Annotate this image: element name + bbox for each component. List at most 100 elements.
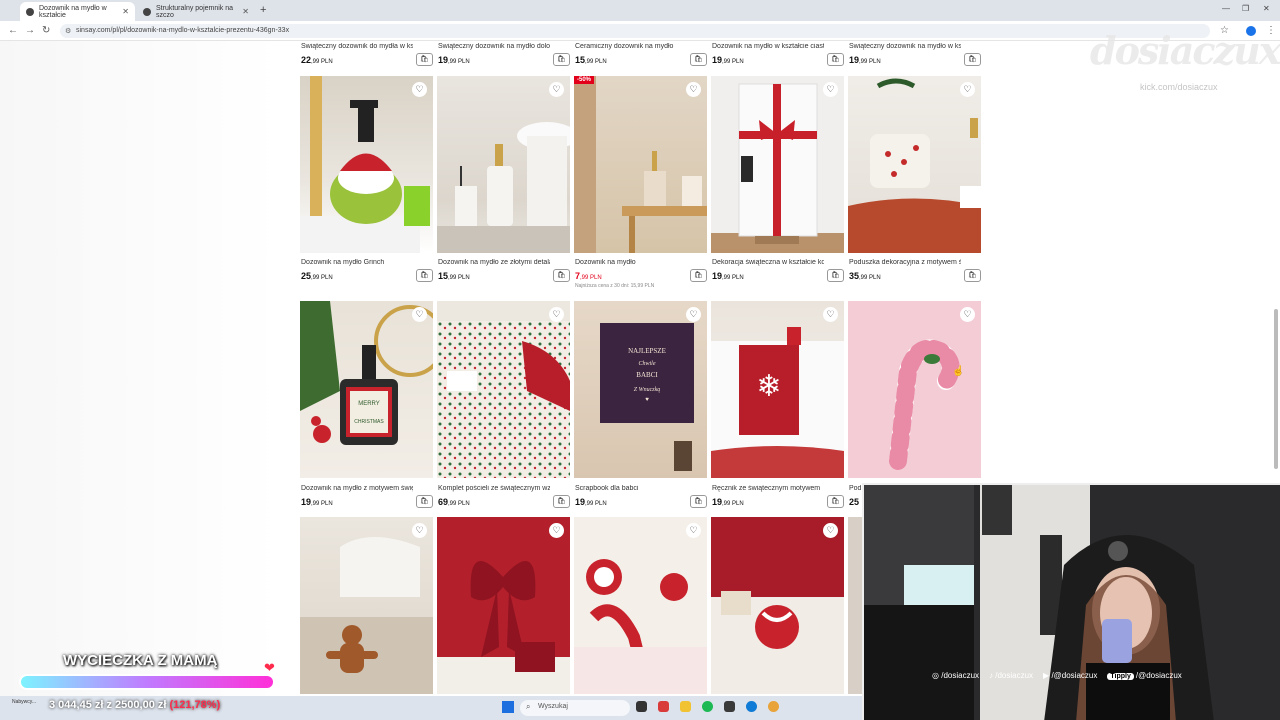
product-card[interactable]: ♡ <box>574 517 707 696</box>
wishlist-heart-icon[interactable]: ♡ <box>549 523 564 538</box>
product-name[interactable]: Dekoracja świąteczna w kształcie ko... <box>712 259 824 266</box>
product-card[interactable]: Świąteczny dozownik na mydło dolo... 19,… <box>437 41 570 69</box>
product-image[interactable]: ♡ <box>848 76 981 253</box>
product-name[interactable]: Ręcznik ze świątecznym motywem <box>712 485 824 492</box>
product-image[interactable]: ♡ <box>711 517 844 694</box>
app-icon[interactable] <box>724 701 735 712</box>
wishlist-heart-icon[interactable]: ♡ <box>686 82 701 97</box>
add-to-cart-icon[interactable]: 🛍 <box>827 53 844 66</box>
product-card[interactable] <box>848 517 862 696</box>
product-image[interactable]: ♡ <box>848 301 981 478</box>
product-name[interactable]: Świąteczny dozownik do mydła w ksz... <box>301 43 413 50</box>
wishlist-heart-icon[interactable]: ♡ <box>823 523 838 538</box>
product-card[interactable]: Dozownik na mydło w kształcie ciastka 19… <box>711 41 844 69</box>
task-view-icon[interactable] <box>636 701 647 712</box>
product-card[interactable]: ♡ Dekoracja świąteczna w kształcie ko...… <box>711 76 844 286</box>
product-name[interactable]: Dozownik na mydło Grinch <box>301 259 413 266</box>
wishlist-heart-icon[interactable]: ♡ <box>549 307 564 322</box>
product-name[interactable]: Dozownik na mydło z motywem święt... <box>301 485 413 492</box>
product-image[interactable]: ♡ <box>437 301 570 478</box>
close-icon[interactable]: ✕ <box>242 7 249 16</box>
product-name[interactable]: Świąteczny dozownik na mydło w kształcie… <box>849 43 961 50</box>
product-name[interactable]: Świąteczny dozownik na mydło dolo... <box>438 43 550 50</box>
close-icon[interactable]: ✕ <box>122 7 129 16</box>
product-image[interactable] <box>848 517 862 694</box>
product-card[interactable]: Świąteczny dozownik do mydła w ksz... 22… <box>300 41 433 69</box>
chrome-icon[interactable] <box>768 701 779 712</box>
add-to-cart-icon[interactable]: 🛍 <box>553 269 570 282</box>
taskbar-search-field[interactable]: ⌕ Wyszukaj <box>520 700 630 716</box>
product-image[interactable]: ♡ <box>300 517 433 694</box>
page-scrollbar[interactable] <box>1274 309 1278 469</box>
product-card[interactable]: ♡ <box>711 517 844 696</box>
wishlist-heart-icon[interactable]: ♡ <box>412 307 427 322</box>
product-card[interactable]: Świąteczny dozownik na mydło w kształcie… <box>848 41 981 69</box>
edge-icon[interactable] <box>746 701 757 712</box>
wishlist-heart-icon[interactable]: ♡ <box>412 523 427 538</box>
product-card[interactable]: ♡ <box>300 517 433 696</box>
wishlist-heart-icon[interactable]: ♡ <box>549 82 564 97</box>
product-card[interactable]: ♡ Komplet pościeli ze świątecznym wzo...… <box>437 301 570 511</box>
wishlist-heart-icon[interactable]: ♡ <box>823 307 838 322</box>
product-card[interactable]: ♡ Pod 25 <box>848 301 981 511</box>
product-image[interactable]: ❄ ♡ <box>711 301 844 478</box>
product-name[interactable]: Dozownik na mydło ze złotymi detala... <box>438 259 550 266</box>
wishlist-heart-icon[interactable]: ♡ <box>960 307 975 322</box>
add-to-cart-icon[interactable]: 🛍 <box>416 269 433 282</box>
add-to-cart-icon[interactable]: 🛍 <box>964 53 981 66</box>
url-field[interactable]: ⚙ sinsay.com/pl/pl/dozownik-na-mydlo-w-k… <box>60 24 1210 38</box>
add-to-cart-icon[interactable]: 🛍 <box>553 495 570 508</box>
add-to-cart-icon[interactable]: 🛍 <box>827 269 844 282</box>
product-name[interactable]: Ceramiczny dozownik na mydło <box>575 43 687 50</box>
new-tab-button[interactable]: + <box>260 4 266 16</box>
taskbar-notification[interactable]: Nabywcy... <box>12 699 36 705</box>
app-icon[interactable] <box>658 701 669 712</box>
reload-icon[interactable]: ↻ <box>42 25 50 36</box>
maximize-icon[interactable]: ❐ <box>1242 4 1249 13</box>
product-card[interactable]: ♡ Dozownik na mydło Grinch 25,99 PLN 🛍 <box>300 76 433 286</box>
forward-icon[interactable]: → <box>25 25 35 36</box>
add-to-cart-icon[interactable]: 🛍 <box>964 269 981 282</box>
add-to-cart-icon[interactable]: 🛍 <box>690 53 707 66</box>
window-close-icon[interactable]: ✕ <box>1263 4 1270 13</box>
wishlist-heart-icon[interactable]: ♡ <box>823 82 838 97</box>
tab-inactive[interactable]: Strukturalny pojemnik na szczo ✕ <box>137 2 255 21</box>
product-image[interactable]: ♡ <box>300 76 433 253</box>
windows-start-icon[interactable] <box>502 701 514 713</box>
add-to-cart-icon[interactable]: 🛍 <box>553 53 570 66</box>
minimize-icon[interactable]: — <box>1222 4 1230 13</box>
product-image[interactable]: ♡ <box>437 76 570 253</box>
product-card[interactable]: ❄ ♡ Ręcznik ze świątecznym motywem 19,99… <box>711 301 844 511</box>
site-info-icon[interactable]: ⚙ <box>65 27 71 35</box>
product-card[interactable]: MERRY CHRISTMAS ♡ Dozownik na mydło z mo… <box>300 301 433 511</box>
add-to-cart-icon[interactable]: 🛍 <box>416 53 433 66</box>
product-name[interactable]: Dozownik na mydło w kształcie ciastka <box>712 43 824 50</box>
wishlist-heart-icon[interactable]: ♡ <box>960 82 975 97</box>
product-name[interactable]: Dozownik na mydło <box>575 259 687 266</box>
add-to-cart-icon[interactable]: 🛍 <box>416 495 433 508</box>
product-card[interactable]: NAJLEPSZE Chwile BABCI Z Wnuczką ♥ ♡ Scr… <box>574 301 707 511</box>
product-image[interactable]: NAJLEPSZE Chwile BABCI Z Wnuczką ♥ ♡ <box>574 301 707 478</box>
product-card[interactable]: Ceramiczny dozownik na mydło 15,99 PLN 🛍 <box>574 41 707 69</box>
wishlist-heart-icon[interactable]: ♡ <box>686 523 701 538</box>
add-to-cart-icon[interactable]: 🛍 <box>690 495 707 508</box>
spotify-icon[interactable] <box>702 701 713 712</box>
back-icon[interactable]: ← <box>8 25 18 36</box>
product-image[interactable]: ♡ <box>437 517 570 694</box>
product-name[interactable]: Komplet pościeli ze świątecznym wzo... <box>438 485 550 492</box>
add-to-cart-icon[interactable]: 🛍 <box>827 495 844 508</box>
file-explorer-icon[interactable] <box>680 701 691 712</box>
product-image[interactable]: MERRY CHRISTMAS ♡ <box>300 301 433 478</box>
tab-active[interactable]: Dozownik na mydło w kształcie ✕ <box>20 2 135 21</box>
product-image[interactable]: ♡ <box>574 517 707 694</box>
product-image[interactable]: -50% ♡ <box>574 76 707 253</box>
product-card[interactable]: -50% ♡ Dozownik na mydło 7,99 PLN Najniż… <box>574 76 707 291</box>
add-to-cart-icon[interactable]: 🛍 <box>690 269 707 282</box>
wishlist-heart-icon[interactable]: ♡ <box>412 82 427 97</box>
product-name[interactable]: Scrapbook dla babci <box>575 485 687 492</box>
wishlist-heart-icon[interactable]: ♡ <box>686 307 701 322</box>
product-card[interactable]: ♡ <box>437 517 570 696</box>
product-image[interactable]: ♡ <box>711 76 844 253</box>
product-card[interactable]: ♡ Poduszka dekoracyjna z motywem ś... 35… <box>848 76 981 286</box>
product-name[interactable]: Poduszka dekoracyjna z motywem ś... <box>849 259 961 266</box>
